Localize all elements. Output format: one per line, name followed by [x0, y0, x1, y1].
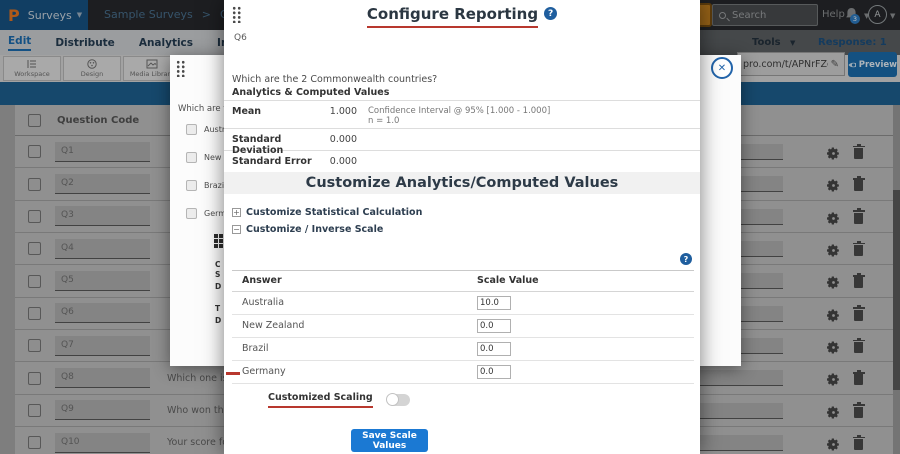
expander-label: Customize Statistical Calculation: [246, 207, 422, 218]
table-grid-icon: [214, 234, 218, 238]
answer-label: Germany: [242, 366, 286, 377]
expander-statistical-calculation[interactable]: + Customize Statistical Calculation: [232, 207, 422, 218]
truncated-label: T: [215, 304, 220, 313]
scale-row: New Zealand: [232, 315, 694, 338]
truncated-label: D: [215, 282, 221, 291]
scale-row: Australia: [232, 292, 694, 315]
customized-scaling-label: Customized Scaling: [268, 392, 373, 408]
stat-value: 0.000: [324, 134, 357, 145]
scale-table-header: Answer Scale Value: [232, 271, 694, 292]
stat-notes: Confidence Interval @ 95% [1.000 - 1.000…: [368, 106, 550, 126]
scale-value-input[interactable]: [477, 296, 511, 310]
customized-scaling-toggle[interactable]: [387, 394, 410, 406]
option-checkbox[interactable]: [186, 180, 197, 191]
answer-option[interactable]: Brazil: [186, 180, 226, 191]
stat-row-stddev: Standard Deviation 0.000: [224, 128, 700, 150]
column-answer: Answer: [242, 275, 282, 286]
truncated-label: C: [215, 260, 221, 269]
stats-table: Mean 1.000 Confidence Interval @ 95% [1.…: [224, 100, 700, 172]
stat-label: Standard Error: [232, 156, 324, 167]
answer-label: Australia: [242, 297, 284, 308]
truncated-label: S: [215, 270, 220, 279]
save-scale-values-button[interactable]: Save Scale Values: [351, 429, 428, 452]
toggle-knob[interactable]: [386, 393, 399, 406]
red-underline-fragment: [226, 372, 240, 375]
expander-inverse-scale[interactable]: − Customize / Inverse Scale: [232, 224, 383, 235]
question-text: Which are the 2 Commonwealth countries?: [232, 74, 437, 85]
scale-row: Brazil: [232, 338, 694, 361]
help-icon[interactable]: ?: [680, 253, 692, 265]
question-code-label: Q6: [234, 33, 247, 43]
stat-value: 0.000: [324, 156, 357, 167]
scale-value-input[interactable]: [477, 319, 511, 333]
sample-size: n = 1.0: [368, 116, 399, 126]
scale-row: Germany: [232, 361, 694, 384]
section-heading-customize: Customize Analytics/Computed Values: [224, 172, 700, 194]
collapse-minus-icon[interactable]: −: [232, 225, 241, 234]
scale-value-input[interactable]: [477, 365, 511, 379]
scale-value-table: Answer Scale Value Australia New Zealand…: [232, 270, 694, 384]
scale-value-input[interactable]: [477, 342, 511, 356]
answer-label: Brazil: [242, 343, 269, 354]
column-scale-value: Scale Value: [477, 275, 539, 286]
option-checkbox[interactable]: [186, 152, 197, 163]
app-screen: P Surveys ▼ Sample Surveys > Qu Help 3 ▼…: [0, 0, 900, 454]
option-label: Brazil: [204, 181, 226, 190]
drag-handle-icon[interactable]: [176, 60, 186, 77]
option-checkbox[interactable]: [186, 124, 197, 135]
close-icon[interactable]: ✕: [711, 57, 733, 79]
stat-value: 1.000: [324, 106, 357, 117]
confidence-interval: Confidence Interval @ 95% [1.000 - 1.000…: [368, 106, 550, 116]
expander-label: Customize / Inverse Scale: [246, 224, 383, 235]
section-heading: Analytics & Computed Values: [232, 87, 389, 98]
help-icon[interactable]: ?: [544, 7, 557, 20]
stat-label: Standard Deviation: [232, 134, 324, 156]
option-checkbox[interactable]: [186, 208, 197, 219]
modal-title: Configure Reporting: [367, 5, 538, 28]
configure-reporting-modal: Configure Reporting ? Q6 Which are the 2…: [224, 0, 700, 454]
truncated-label: D: [215, 316, 221, 325]
stat-label: Mean: [232, 106, 324, 117]
expand-plus-icon[interactable]: +: [232, 208, 241, 217]
answer-label: New Zealand: [242, 320, 304, 331]
stat-row-mean: Mean 1.000 Confidence Interval @ 95% [1.…: [224, 100, 700, 128]
